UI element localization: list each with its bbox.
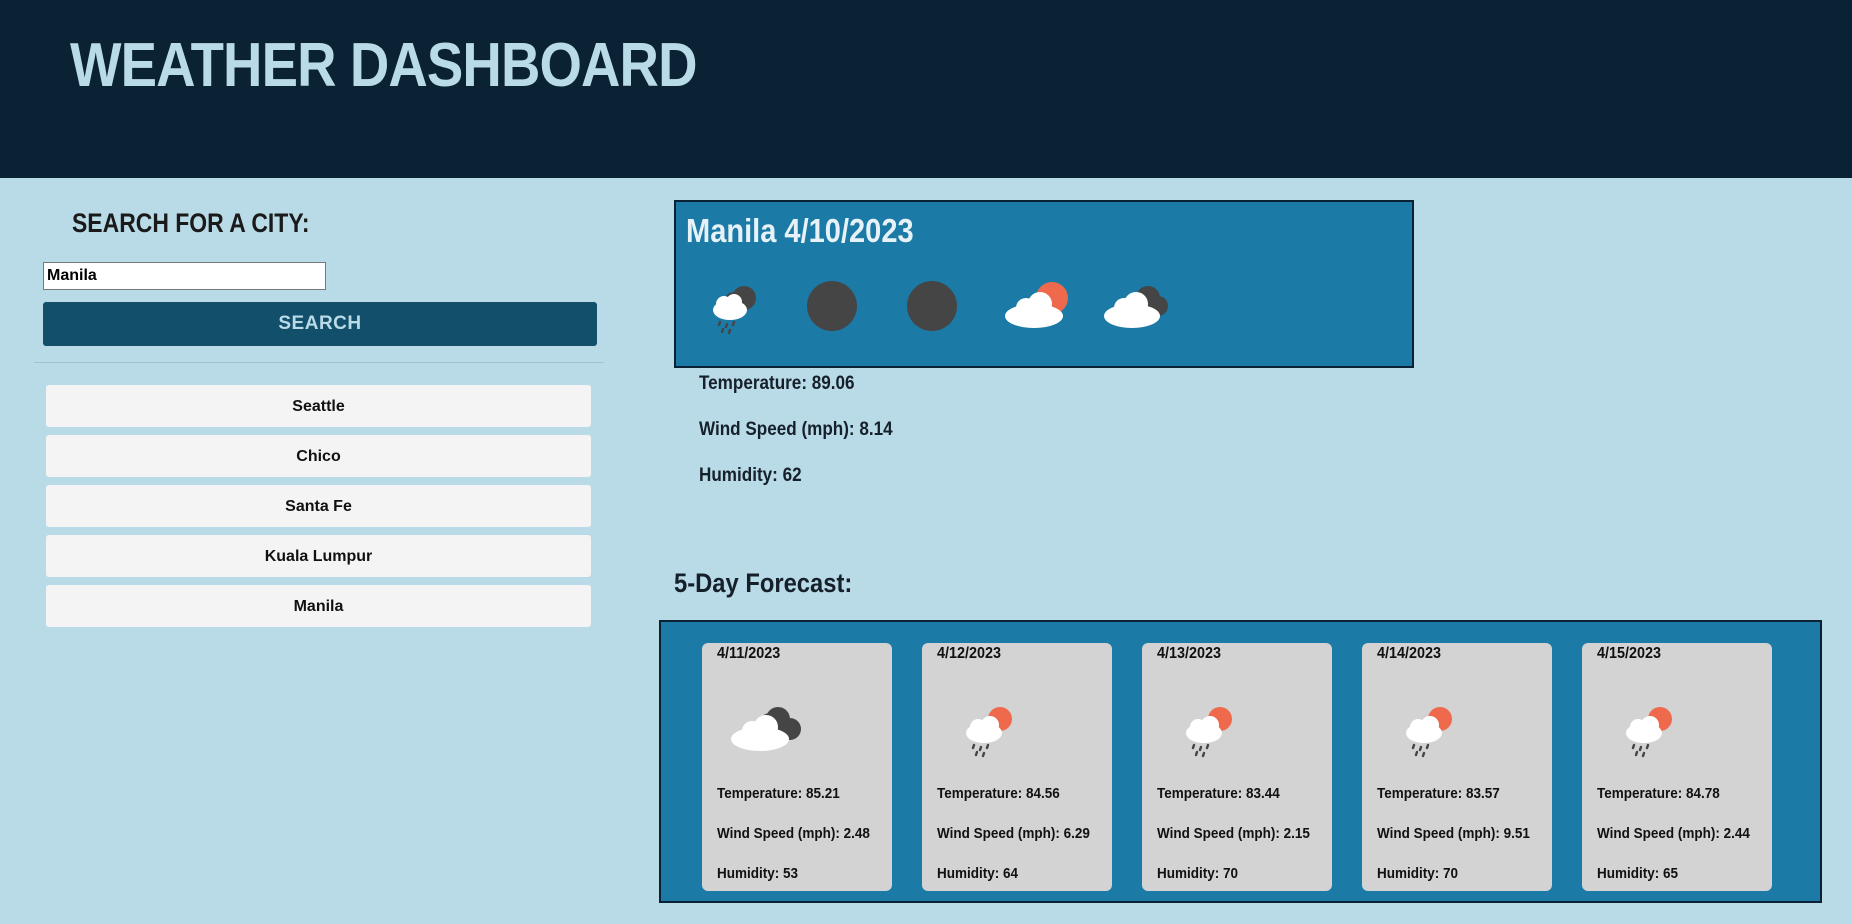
current-weather-card: Manila 4/10/2023 [674, 200, 1414, 368]
forecast-card: 4/12/2023 Temperature: 84.56 Wind Speed … [922, 643, 1112, 891]
forecast-wind-speed: Wind Speed (mph): 2.15 [1157, 825, 1310, 842]
app-header: WEATHER DASHBOARD [0, 0, 1852, 178]
forecast-temperature: Temperature: 84.78 [1597, 785, 1720, 802]
rain-sun-icon [966, 707, 1012, 758]
forecast-temperature: Temperature: 84.56 [937, 785, 1060, 802]
forecast-temperature: Temperature: 85.21 [717, 785, 840, 802]
current-stats: Temperature: 89.06 Wind Speed (mph): 8.1… [699, 373, 914, 511]
forecast-humidity: Humidity: 64 [937, 865, 1019, 882]
forecast-date: 4/12/2023 [937, 645, 1002, 662]
history-item-seattle[interactable]: Seattle [46, 385, 591, 427]
dark-circle-icon [807, 281, 857, 331]
forecast-humidity: Humidity: 53 [717, 865, 799, 882]
history-item-chico[interactable]: Chico [46, 435, 591, 477]
forecast-temperature: Temperature: 83.44 [1157, 785, 1280, 802]
forecast-title: 5-Day Forecast: [674, 568, 853, 598]
history-item-manila[interactable]: Manila [46, 585, 591, 627]
search-title: SEARCH FOR A CITY: [72, 208, 310, 238]
forecast-wind-speed: Wind Speed (mph): 2.44 [1597, 825, 1750, 842]
forecast-humidity: Humidity: 70 [1157, 865, 1239, 882]
forecast-card: 4/13/2023 Temperature: 83.44 Wind Speed … [1142, 643, 1332, 891]
forecast-card: 4/11/2023 Temperature: 85.21 Wind Speed … [702, 643, 892, 891]
app-title: WEATHER DASHBOARD [70, 31, 697, 100]
forecast-date: 4/15/2023 [1597, 645, 1662, 662]
rain-sun-icon [1406, 707, 1452, 758]
rain-sun-icon [1186, 707, 1232, 758]
cloud-sun-icon [1005, 282, 1068, 328]
forecast-panel: 4/11/2023 Temperature: 85.21 Wind Speed … [659, 620, 1822, 903]
forecast-humidity: Humidity: 70 [1377, 865, 1459, 882]
cloud-dark-icon [731, 707, 801, 751]
forecast-date: 4/14/2023 [1377, 645, 1442, 662]
forecast-humidity: Humidity: 65 [1597, 865, 1679, 882]
forecast-wind-speed: Wind Speed (mph): 2.48 [717, 825, 870, 842]
current-wind-speed: Wind Speed (mph): 8.14 [699, 419, 893, 440]
search-history-list: Seattle Chico Santa Fe Kuala Lumpur Mani… [46, 385, 591, 635]
forecast-date: 4/11/2023 [717, 645, 781, 662]
rain-sun-icon [1626, 707, 1672, 758]
history-item-kuala-lumpur[interactable]: Kuala Lumpur [46, 535, 591, 577]
forecast-card: 4/14/2023 Temperature: 83.57 Wind Speed … [1362, 643, 1552, 891]
dark-circle-icon [907, 281, 957, 331]
city-search-input[interactable] [43, 262, 326, 290]
current-city-title: Manila 4/10/2023 [686, 212, 914, 249]
forecast-wind-speed: Wind Speed (mph): 9.51 [1377, 825, 1530, 842]
current-temperature: Temperature: 89.06 [699, 373, 855, 394]
cloud-dark-icon [1104, 286, 1168, 328]
history-item-santa-fe[interactable]: Santa Fe [46, 485, 591, 527]
forecast-wind-speed: Wind Speed (mph): 6.29 [937, 825, 1090, 842]
forecast-card: 4/15/2023 Temperature: 84.78 Wind Speed … [1582, 643, 1772, 891]
forecast-temperature: Temperature: 83.57 [1377, 785, 1500, 802]
rain-cloud-icon [713, 286, 756, 335]
current-humidity: Humidity: 62 [699, 465, 802, 486]
forecast-date: 4/13/2023 [1157, 645, 1222, 662]
search-button[interactable]: SEARCH [43, 302, 597, 346]
sidebar-divider [34, 362, 604, 363]
